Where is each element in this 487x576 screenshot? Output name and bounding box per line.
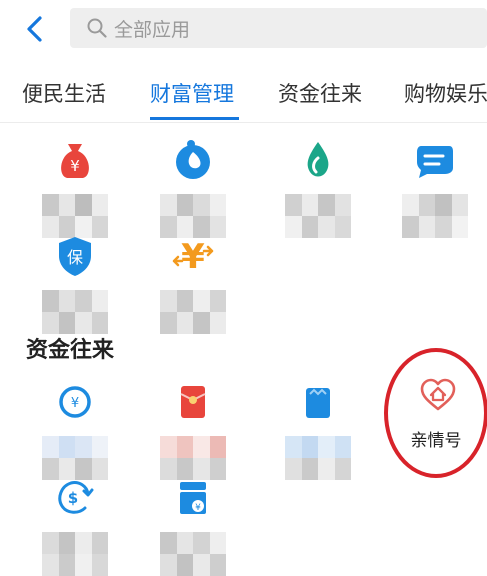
svg-text:保: 保 [67,248,83,267]
search-icon [86,17,108,39]
highlight-circle [384,348,487,478]
blurred-label [160,436,226,480]
blurred-label [285,436,351,480]
yuan-arrows-icon: ¥ [172,237,214,277]
svg-text:$: $ [68,489,78,507]
tab-gouwu[interactable]: 购物娱乐 [404,78,487,108]
svg-text:¥: ¥ [70,157,80,175]
teal-drop-icon [307,142,329,177]
blurred-label [42,290,108,334]
drop-circle-icon [176,140,210,179]
tab-caifu[interactable]: 财富管理 [150,78,234,108]
app-insurance[interactable]: 保 [25,234,125,334]
app-money-bag[interactable]: ¥ [25,138,125,238]
search-input[interactable]: 全部应用 [70,8,487,48]
blurred-label [42,194,108,238]
dollar-cycle-icon: $ [58,481,94,514]
app-transfer-3[interactable] [268,380,368,480]
app-fund[interactable] [268,138,368,238]
chat-card-icon [417,146,453,178]
app-transfer-5[interactable]: $ [25,476,125,576]
shield-icon: 保 [59,237,91,276]
blurred-label [160,532,226,576]
heart-home-icon [420,378,456,411]
app-transfer-6[interactable]: ¥ [143,476,243,576]
bank-shop-icon: ¥ [180,482,206,514]
blurred-label [160,194,226,238]
app-family-account[interactable]: 亲情号 [384,348,487,478]
tab-bianmin[interactable]: 便民生活 [22,78,106,108]
app-balance-bao[interactable] [143,138,243,238]
svg-text:¥: ¥ [195,503,201,513]
svg-text:¥: ¥ [181,237,205,277]
blue-card-icon [306,388,330,418]
blurred-label [285,194,351,238]
app-transfer-1[interactable]: ¥ [25,380,125,480]
clock-coin-icon: ¥ [59,386,91,418]
app-credit[interactable] [385,138,485,238]
blurred-label [160,290,226,334]
tab-zijin[interactable]: 资金往来 [278,78,362,108]
blurred-label [42,532,108,576]
active-tab-indicator [150,117,239,120]
top-bar: 全部应用 [0,0,487,60]
blurred-label [42,436,108,480]
back-button[interactable] [20,14,48,44]
app-family-account-label: 亲情号 [410,431,462,451]
money-bag-icon: ¥ [61,144,89,178]
section-title-zijin: 资金往来 [26,338,115,363]
category-tabs: 便民生活 财富管理 资金往来 购物娱乐 [0,66,487,123]
blurred-label [402,194,468,238]
app-red-packet[interactable] [143,380,243,480]
svg-text:¥: ¥ [71,396,79,411]
app-yuan-exchange[interactable]: ¥ [143,234,243,334]
red-envelope-icon [180,386,206,418]
search-placeholder: 全部应用 [114,18,191,41]
chevron-left-icon [27,16,42,42]
